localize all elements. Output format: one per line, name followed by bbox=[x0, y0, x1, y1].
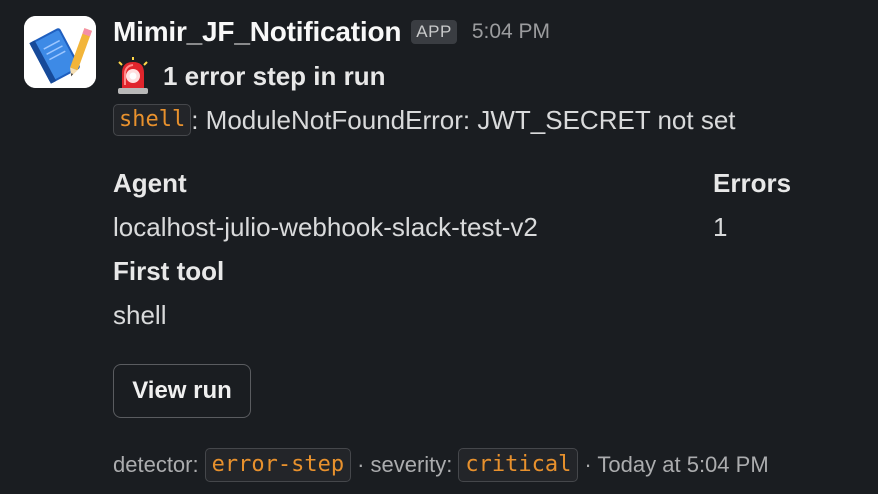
errors-value: 1 bbox=[713, 212, 728, 242]
alert-title: 1 error step in run bbox=[113, 56, 868, 96]
agent-value: localhost-julio-webhook-slack-test-v2 bbox=[113, 212, 538, 242]
severity-prefix: · severity: bbox=[357, 452, 453, 477]
rotating-light-icon bbox=[118, 57, 148, 94]
detector-prefix: detector: bbox=[113, 452, 199, 477]
message-body: Mimir_JF_Notification APP 5:04 PM 1 erro… bbox=[113, 12, 868, 482]
context-footer: detector: error-step · severity: critica… bbox=[113, 448, 769, 482]
context-time: · Today at 5:04 PM bbox=[584, 452, 769, 477]
error-line: shell : ModuleNotFoundError: JWT_SECRET … bbox=[113, 102, 868, 138]
errors-label: Errors bbox=[713, 168, 792, 198]
fields-section: Agent Errors localhost-julio-webhook-sla… bbox=[113, 168, 868, 358]
first-tool-label: First tool bbox=[113, 256, 225, 286]
app-avatar[interactable] bbox=[24, 16, 96, 88]
app-name-link[interactable]: Mimir_JF_Notification bbox=[113, 16, 401, 48]
alert-title-text: 1 error step in run bbox=[163, 60, 386, 91]
message-timestamp[interactable]: 5:04 PM bbox=[472, 20, 550, 44]
view-run-button[interactable]: View run bbox=[113, 364, 251, 418]
error-message: : ModuleNotFoundError: JWT_SECRET not se… bbox=[191, 104, 736, 135]
notebook-pencil-icon bbox=[24, 16, 96, 88]
app-badge: APP bbox=[411, 20, 457, 44]
severity-chip: critical bbox=[458, 448, 579, 482]
agent-label: Agent bbox=[113, 168, 187, 198]
tool-code-chip: shell bbox=[113, 104, 192, 136]
message-header: Mimir_JF_Notification APP 5:04 PM bbox=[113, 12, 868, 52]
first-tool-value: shell bbox=[113, 300, 167, 330]
detector-chip: error-step bbox=[204, 448, 352, 482]
